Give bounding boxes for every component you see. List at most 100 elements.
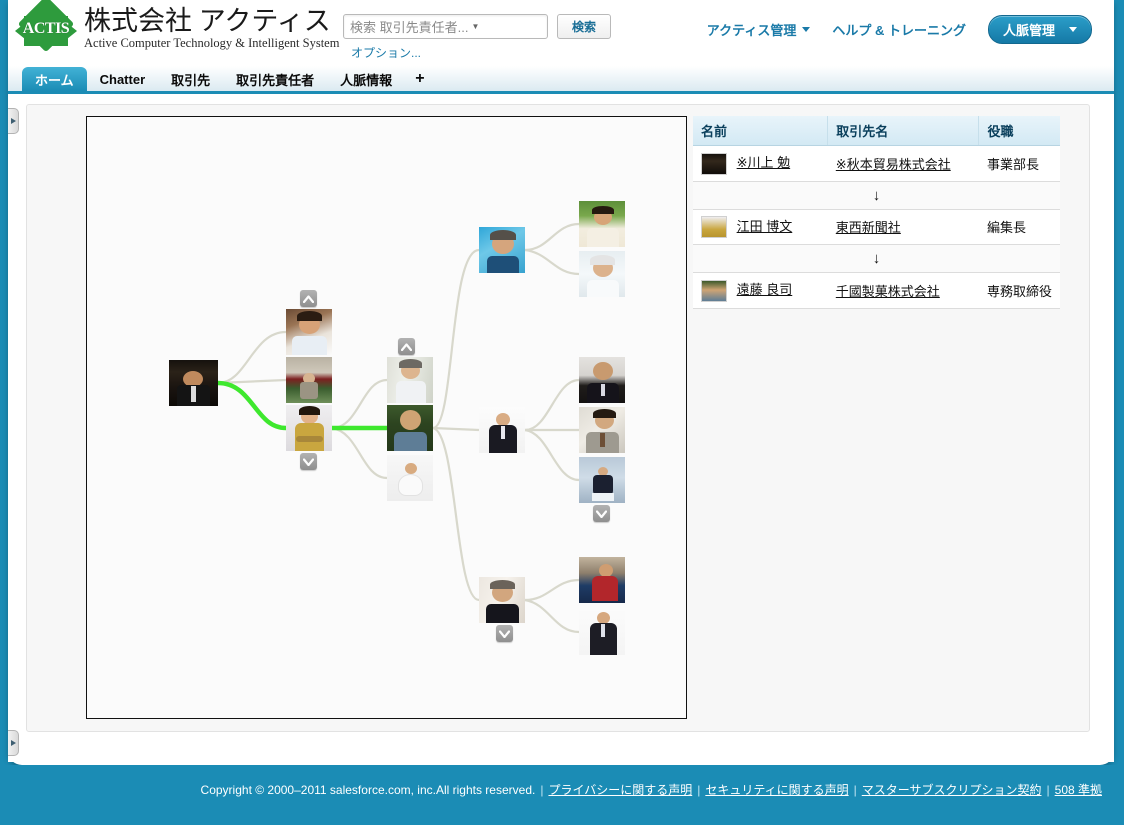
top-navigation: アクティス管理 ヘルプ & トレーニング 人脈管理 [707, 15, 1092, 44]
row-separator: ↓ [693, 244, 1060, 274]
graph-node-c3[interactable] [479, 577, 525, 623]
graph-node-c2[interactable] [479, 407, 525, 453]
graph-node-d7[interactable] [579, 609, 625, 655]
account-name-link[interactable]: 千國製菓株式会社 [836, 284, 940, 299]
down-arrow-icon: ↓ [693, 181, 1060, 210]
cell-name: 江田 博文 [693, 209, 828, 246]
footer-separator: | [853, 782, 857, 797]
tab-network-info[interactable]: 人脈情報 [327, 67, 405, 91]
footer-link-security[interactable]: セキュリティに関する声明 [705, 781, 848, 798]
global-search: 検索 取引先責任者... ▼ 検索 オプション... [343, 14, 611, 61]
tab-bar: ホーム Chatter 取引先 取引先責任者 人脈情報 + [8, 66, 1114, 94]
tab-chatter[interactable]: Chatter [87, 67, 159, 91]
expand-toggle-down-d[interactable] [593, 505, 610, 522]
sidebar-handle-bottom[interactable] [8, 730, 19, 756]
content-panel: 名前 取引先名 役職 ※川上 勉 ※秋本貿易株式会社 事業部長 ↓ 江田 博文 … [26, 104, 1090, 732]
triangle-right-icon [10, 118, 16, 124]
search-input[interactable]: 検索 取引先責任者... ▼ [343, 14, 548, 39]
cell-title: 専務取締役 [978, 272, 1060, 309]
app-switcher-button[interactable]: 人脈管理 [987, 15, 1092, 44]
cell-name: ※川上 勉 [693, 145, 828, 182]
sidebar-handle-top[interactable] [8, 108, 19, 134]
chevron-up-icon [401, 342, 412, 351]
page-shell: ACTIS 株式会社 アクティス Active Computer Technol… [8, 0, 1114, 765]
avatar [701, 152, 727, 175]
search-placeholder-text: 検索 取引先責任者... [350, 20, 469, 35]
chevron-down-icon [1069, 27, 1077, 32]
actis-logo-icon: ACTIS [14, 0, 78, 62]
graph-node-d4[interactable] [579, 407, 625, 453]
expand-toggle-down-c3[interactable] [496, 625, 513, 642]
brand-name-en: Active Computer Technology & Intelligent… [84, 36, 340, 50]
contact-name-link[interactable]: 江田 博文 [737, 219, 793, 234]
table-row[interactable]: ※川上 勉 ※秋本貿易株式会社 事業部長 [693, 145, 1060, 182]
search-options-link[interactable]: オプション... [351, 44, 611, 61]
contact-name-link[interactable]: 遠藤 良司 [737, 282, 793, 297]
graph-node-d1[interactable] [579, 201, 625, 247]
footer-content: Copyright © 2000–2011 salesforce.com, in… [201, 781, 1102, 798]
search-button[interactable]: 検索 [557, 14, 611, 39]
footer-separator: | [1046, 782, 1050, 797]
tab-accounts[interactable]: 取引先 [158, 67, 223, 91]
graph-node-b2[interactable] [387, 405, 433, 451]
copyright-text: Copyright © 2000–2011 salesforce.com, in… [200, 782, 536, 797]
expand-toggle-up-a[interactable] [300, 290, 317, 307]
nav-item-admin[interactable]: アクティス管理 [707, 20, 811, 39]
table-row[interactable]: 江田 博文 東西新聞社 編集長 [693, 209, 1060, 246]
cell-account: 東西新聞社 [827, 209, 979, 246]
page-footer: Copyright © 2000–2011 salesforce.com, in… [0, 765, 1124, 825]
graph-node-d2[interactable] [579, 251, 625, 297]
cell-account: ※秋本貿易株式会社 [827, 145, 979, 182]
graph-node-b3[interactable] [387, 455, 433, 501]
triangle-right-icon [10, 740, 16, 746]
tab-contacts[interactable]: 取引先責任者 [223, 67, 327, 91]
row-separator: ↓ [693, 181, 1060, 210]
search-row: 検索 取引先責任者... ▼ 検索 [343, 14, 611, 39]
graph-node-a2[interactable] [286, 357, 332, 403]
footer-link-subscription[interactable]: マスターサブスクリプション契約 [862, 781, 1042, 798]
contact-name-link[interactable]: ※川上 勉 [737, 155, 791, 170]
graph-node-d3[interactable] [579, 357, 625, 403]
brand-logo[interactable]: ACTIS 株式会社 アクティス Active Computer Technol… [14, 0, 339, 62]
graph-node-b1[interactable] [387, 357, 433, 403]
table-header-row: 名前 取引先名 役職 [693, 116, 1060, 146]
cell-name: 遠藤 良司 [693, 272, 828, 309]
nav-item-help-label: ヘルプ & トレーニング [832, 23, 966, 38]
expand-toggle-up-b[interactable] [398, 338, 415, 355]
tab-add-button[interactable]: + [405, 67, 434, 91]
column-header-title[interactable]: 役職 [978, 116, 1060, 146]
account-name-link[interactable]: 東西新聞社 [836, 220, 901, 235]
graph-node-d6[interactable] [579, 557, 625, 603]
footer-separator: | [697, 782, 701, 797]
page-header: ACTIS 株式会社 アクティス Active Computer Technol… [8, 0, 1114, 66]
graph-node-a3[interactable] [286, 405, 332, 451]
logo-wordmark: ACTIS [22, 20, 70, 37]
graph-node-a1[interactable] [286, 309, 332, 355]
brand-text: 株式会社 アクティス Active Computer Technology & … [84, 2, 339, 51]
nav-item-help[interactable]: ヘルプ & トレーニング [832, 20, 966, 39]
down-arrow-icon: ↓ [693, 244, 1060, 274]
tab-home[interactable]: ホーム [22, 67, 87, 91]
chevron-down-icon [802, 27, 811, 32]
graph-node-c1[interactable] [479, 227, 525, 273]
column-header-account[interactable]: 取引先名 [827, 116, 980, 146]
account-name-link[interactable]: ※秋本貿易株式会社 [836, 157, 951, 172]
footer-link-508[interactable]: 508 準拠 [1055, 781, 1102, 798]
footer-link-privacy[interactable]: プライバシーに関する声明 [548, 781, 692, 798]
column-header-name[interactable]: 名前 [693, 116, 829, 146]
chevron-down-icon [303, 457, 314, 466]
table-row[interactable]: 遠藤 良司 千國製菓株式会社 専務取締役 [693, 272, 1060, 309]
nav-item-admin-label: アクティス管理 [706, 23, 797, 38]
chevron-down-icon [596, 509, 607, 518]
cell-account: 千國製菓株式会社 [827, 272, 979, 309]
cell-title: 事業部長 [978, 145, 1060, 182]
content-area: 名前 取引先名 役職 ※川上 勉 ※秋本貿易株式会社 事業部長 ↓ 江田 博文 … [8, 94, 1114, 762]
network-graph-canvas[interactable] [86, 116, 687, 719]
graph-node-root[interactable] [169, 360, 218, 406]
graph-node-d5[interactable] [579, 457, 625, 503]
expand-toggle-down-a[interactable] [300, 453, 317, 470]
chevron-up-icon [303, 294, 314, 303]
brand-name-jp: 株式会社 アクティス [84, 6, 331, 36]
avatar [701, 279, 727, 302]
chevron-down-icon[interactable]: ▼ [471, 22, 479, 31]
